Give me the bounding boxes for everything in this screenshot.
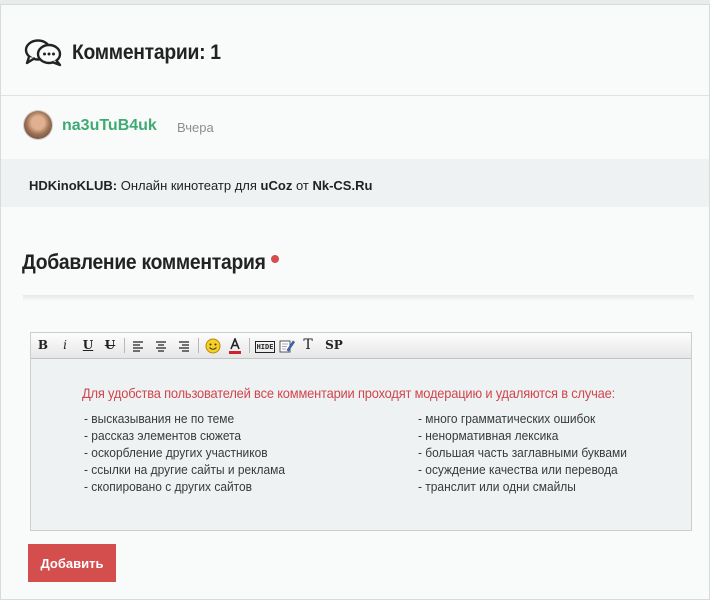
submit-comment-button[interactable]: Добавить — [28, 544, 116, 582]
comment-engine: uCoz — [260, 178, 293, 193]
required-indicator — [271, 255, 279, 263]
rule-item: - ненормативная лексика — [418, 428, 559, 443]
comments-icon — [24, 39, 62, 67]
font-color-icon — [229, 336, 241, 354]
comments-title: Комментарии: 1 — [72, 41, 221, 64]
moderation-notice: Для удобства пользователей все комментар… — [82, 385, 615, 401]
rule-item: - рассказ элементов сюжета — [84, 428, 242, 443]
add-comment-title: Добавление комментария — [22, 251, 266, 274]
comment-site-name: HDKinoKLUB: — [29, 178, 118, 193]
align-center-icon — [156, 341, 166, 352]
edit-icon — [279, 340, 295, 353]
underline-button[interactable]: U — [81, 337, 95, 354]
italic-button[interactable]: i — [58, 337, 72, 354]
comment-date: Вчера — [177, 120, 214, 135]
comment-author: Nk-CS.Ru — [312, 178, 373, 193]
toolbar-separator — [249, 338, 250, 353]
avatar[interactable] — [24, 111, 52, 139]
smiley-icon — [205, 338, 221, 354]
rule-item: - большая часть заглавными буквами — [418, 445, 627, 460]
rule-item: - осуждение качества или перевода — [418, 462, 618, 477]
edit-button[interactable] — [279, 337, 295, 354]
comment-username[interactable]: na3uTuB4uk — [62, 117, 157, 135]
text-button[interactable]: T — [301, 337, 315, 354]
align-left-button[interactable] — [130, 337, 146, 354]
align-center-button[interactable] — [153, 337, 169, 354]
smiley-button[interactable] — [204, 337, 222, 354]
comment-body: HDKinoKLUB: Онлайн кинотеатр для uCoz от… — [1, 159, 709, 207]
comment-meta: na3uTuB4uk Вчера — [1, 96, 709, 159]
divider — [23, 295, 694, 301]
bold-button[interactable]: B — [36, 337, 50, 354]
rule-item: - высказывания не по теме — [84, 411, 235, 426]
comment-editor[interactable]: B i U U HIDE T SP Для удобства пользоват… — [30, 332, 692, 531]
comments-panel: Комментарии: 1 na3uTuB4uk Вчера HDKinoKL… — [0, 4, 710, 600]
comment-text: HDKinoKLUB: Онлайн кинотеатр для uCoz от… — [29, 178, 372, 193]
spoiler-button[interactable]: SP — [323, 337, 345, 354]
rule-item: - скопировано с других сайтов — [84, 479, 253, 494]
strikethrough-button[interactable]: U — [103, 337, 117, 354]
rule-item: - оскорбление других участников — [84, 445, 268, 460]
toolbar-separator — [124, 338, 125, 353]
toolbar-separator — [198, 338, 199, 353]
comments-header: Комментарии: 1 — [1, 5, 709, 96]
align-right-button[interactable] — [176, 337, 192, 354]
align-left-icon — [133, 341, 143, 352]
align-right-icon — [179, 341, 189, 352]
rule-item: - транслит или одни смайлы — [418, 479, 576, 494]
comment-text-part2: от — [292, 178, 313, 193]
hide-icon: HIDE — [254, 341, 276, 353]
editor-toolbar: B i U U HIDE T SP — [31, 333, 691, 359]
font-color-button[interactable] — [227, 336, 243, 354]
rule-item: - много грамматических ошибок — [418, 411, 596, 426]
hide-button[interactable]: HIDE — [254, 337, 276, 354]
comment-text-part1: Онлайн кинотеатр для — [117, 178, 261, 193]
rule-item: - ссылки на другие сайты и реклама — [84, 462, 286, 477]
